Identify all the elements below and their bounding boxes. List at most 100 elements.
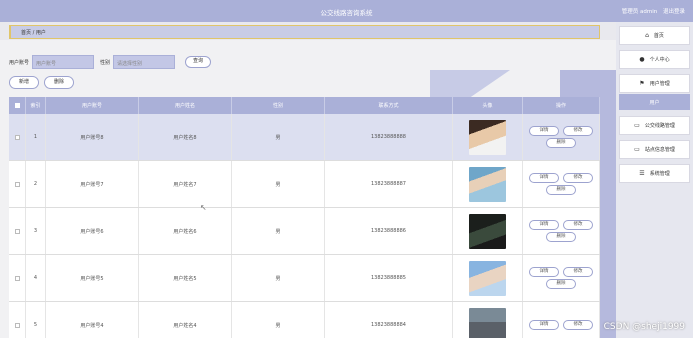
add-button[interactable]: 新增 (9, 76, 39, 89)
cell-phone: 13823888884 (325, 302, 453, 338)
breadcrumb: 首页 / 用户 (9, 25, 600, 39)
cell-phone: 13823888886 (325, 208, 453, 254)
edit-button[interactable]: 修改 (563, 267, 593, 277)
row-delete-button[interactable]: 删除 (546, 232, 576, 242)
row-delete-button[interactable]: 删除 (546, 279, 576, 289)
sidebar-item-label: 个人中心 (649, 57, 670, 63)
cell-name: 用户姓名8 (139, 114, 232, 160)
cell-account: 用户账号4 (46, 302, 139, 338)
cell-name: 用户姓名4 (139, 302, 232, 338)
flag-icon: ⚑ (639, 80, 645, 87)
account-input[interactable]: 用户账号 (32, 55, 95, 69)
person-icon: ● (639, 56, 645, 63)
col-name: 用户姓名 (139, 97, 232, 114)
app-title: 公交线路咨询系统 (320, 9, 373, 17)
detail-button[interactable]: 详情 (529, 126, 559, 136)
col-index: 索引 (26, 97, 46, 114)
cell-gender: 男 (232, 302, 325, 338)
user-label: 管理员 admin (621, 9, 658, 15)
row-delete-button[interactable]: 删除 (546, 138, 576, 148)
detail-button[interactable]: 详情 (529, 220, 559, 230)
sidebar-item-label: 公交线路管理 (644, 123, 675, 129)
cell-index: 5 (26, 302, 46, 338)
delete-button[interactable]: 删除 (44, 76, 74, 89)
sidebar-item-label: 首页 (653, 33, 664, 39)
account-label: 用户账号 (9, 59, 30, 66)
edit-button[interactable]: 修改 (563, 220, 593, 230)
edit-button[interactable]: 修改 (563, 126, 593, 136)
col-avatar: 头像 (453, 97, 523, 114)
user-table: 索引 用户账号 用户姓名 性别 联系方式 头像 操作 1 用户账号8 用户姓名8… (9, 97, 600, 338)
detail-button[interactable]: 详情 (529, 173, 559, 183)
cell-phone: 13823888885 (325, 255, 453, 301)
user-area: 管理员 admin 退出登录 (618, 7, 685, 15)
cell-index: 3 (26, 208, 46, 254)
edit-button[interactable]: 修改 (563, 173, 593, 183)
cell-phone: 13823888888 (325, 114, 453, 160)
watermark: CSDN @sheji1999 (603, 322, 685, 332)
message-icon: ▭ (634, 122, 640, 129)
search-bar: 用户账号 用户账号 性别 请选择性别 查询 (9, 55, 212, 69)
table-row[interactable]: 3 用户账号6 用户姓名6 男 13823888886 详情 修改 删除 (9, 208, 600, 255)
row-delete-button[interactable]: 删除 (546, 185, 576, 195)
cell-gender: 男 (232, 114, 325, 160)
sidebar-item-label: 用户管理 (649, 81, 670, 87)
gender-select[interactable]: 请选择性别 (113, 55, 176, 69)
main-content: 用户账号 用户账号 性别 请选择性别 查询 新增 删除 索引 用户账号 用户姓名… (0, 40, 616, 338)
cell-gender: 男 (232, 208, 325, 254)
avatar (469, 307, 506, 338)
row-checkbox[interactable] (14, 181, 20, 187)
cell-account: 用户账号5 (46, 255, 139, 301)
mouse-cursor-icon: ↖ (200, 203, 207, 212)
row-checkbox[interactable] (14, 134, 20, 140)
sidebar-item-system[interactable]: ☰ 系统管理 (619, 164, 690, 183)
cell-gender: 男 (232, 255, 325, 301)
cell-name: 用户姓名5 (139, 255, 232, 301)
cell-name: 用户姓名7 (139, 161, 232, 207)
row-checkbox[interactable] (14, 228, 20, 234)
avatar (469, 260, 506, 296)
table-header: 索引 用户账号 用户姓名 性别 联系方式 头像 操作 (9, 97, 600, 114)
row-checkbox[interactable] (14, 322, 20, 328)
avatar (469, 213, 506, 249)
avatar (469, 166, 506, 202)
col-phone: 联系方式 (325, 97, 453, 114)
sidebar-item-station[interactable]: ▭ 站点信息管理 (619, 140, 690, 159)
cell-phone: 13823888887 (325, 161, 453, 207)
breadcrumb-text: 首页 / 用户 (21, 30, 46, 36)
table-row[interactable]: 5 用户账号4 用户姓名4 男 13823888884 详情 修改 (9, 302, 600, 338)
sidebar-item-label: 系统管理 (649, 171, 670, 177)
sidebar-item-bus-route[interactable]: ▭ 公交线路管理 (619, 116, 690, 135)
home-icon: ⌂ (645, 32, 649, 39)
cell-gender: 男 (232, 161, 325, 207)
sidebar-item-home[interactable]: ⌂ 首页 (619, 26, 690, 45)
cell-account: 用户账号7 (46, 161, 139, 207)
detail-button[interactable]: 详情 (529, 320, 559, 330)
sidebar-item-profile[interactable]: ● 个人中心 (619, 50, 690, 69)
menu-icon: ☰ (639, 170, 645, 177)
gender-label: 性别 (100, 59, 111, 66)
table-row[interactable]: 4 用户账号5 用户姓名5 男 13823888885 详情 修改 删除 (9, 255, 600, 302)
sidebar-item-label: 站点信息管理 (644, 147, 675, 153)
table-row[interactable]: 2 用户账号7 用户姓名7 男 13823888887 详情 修改 删除 (9, 161, 600, 208)
avatar (469, 119, 506, 155)
cell-account: 用户账号6 (46, 208, 139, 254)
select-all-checkbox[interactable] (14, 103, 20, 108)
sidebar-subitem-label: 用户 (649, 99, 660, 106)
sidebar-subitem-user[interactable]: 用户 (619, 94, 690, 110)
search-button[interactable]: 查询 (185, 56, 212, 68)
sidebar-item-user-mgmt[interactable]: ⚑ 用户管理 (619, 74, 690, 93)
col-account: 用户账号 (46, 97, 139, 114)
detail-button[interactable]: 详情 (529, 267, 559, 277)
col-ops: 操作 (523, 97, 600, 114)
edit-button[interactable]: 修改 (563, 320, 593, 330)
row-checkbox[interactable] (14, 275, 20, 281)
cell-account: 用户账号8 (46, 114, 139, 160)
col-gender: 性别 (232, 97, 325, 114)
cell-index: 1 (26, 114, 46, 160)
sidebar: ⌂ 首页 ● 个人中心 ⚑ 用户管理 用户 ▭ 公交线路管理 ▭ 站点信息管理 … (616, 22, 693, 338)
message-icon: ▭ (634, 146, 640, 153)
table-row[interactable]: 1 用户账号8 用户姓名8 男 13823888888 详情 修改 删除 (9, 114, 600, 161)
logout-link[interactable]: 退出登录 (663, 9, 685, 15)
cell-name: 用户姓名6 (139, 208, 232, 254)
